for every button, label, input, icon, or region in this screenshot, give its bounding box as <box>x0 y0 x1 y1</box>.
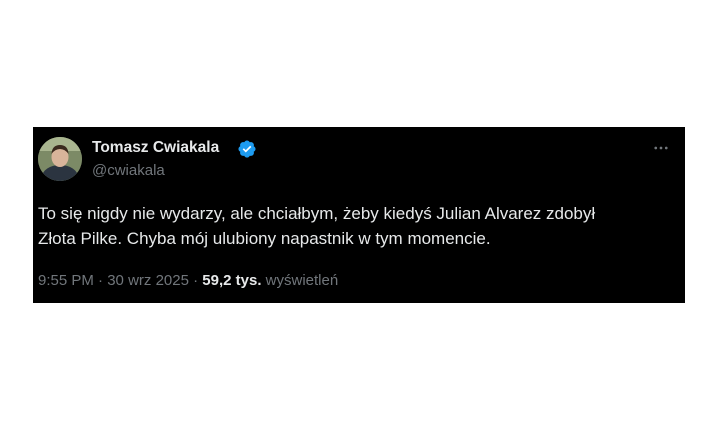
meta-separator: · <box>93 272 108 289</box>
tweet-meta: 9:55 PM · 30 wrz 2025 · 59,2 tys. wyświe… <box>38 272 338 289</box>
views-count: 59,2 tys. <box>202 272 262 289</box>
tweet-text: To się nigdy nie wydarzy, ale chciałbym,… <box>38 201 678 251</box>
views-label: wyświetleń <box>261 272 339 289</box>
more-horizontal-icon <box>654 146 668 150</box>
tweet-text-line-2: Złota Pilke. Chyba mój ulubiony napastni… <box>38 229 491 248</box>
tweet-date[interactable]: 30 wrz 2025 <box>107 272 189 289</box>
author-handle[interactable]: @cwiakala <box>92 162 165 179</box>
verified-badge-icon <box>237 139 257 159</box>
meta-separator: · <box>188 272 203 289</box>
tweet-card[interactable]: Tomasz Cwiakala @cwiakala To się nigdy n… <box>33 127 685 303</box>
tweet-time[interactable]: 9:55 PM <box>38 272 94 289</box>
more-options-button[interactable] <box>651 138 671 158</box>
author-name[interactable]: Tomasz Cwiakala <box>92 139 219 157</box>
avatar[interactable] <box>38 137 82 181</box>
tweet-text-line-1: To się nigdy nie wydarzy, ale chciałbym,… <box>38 204 596 223</box>
